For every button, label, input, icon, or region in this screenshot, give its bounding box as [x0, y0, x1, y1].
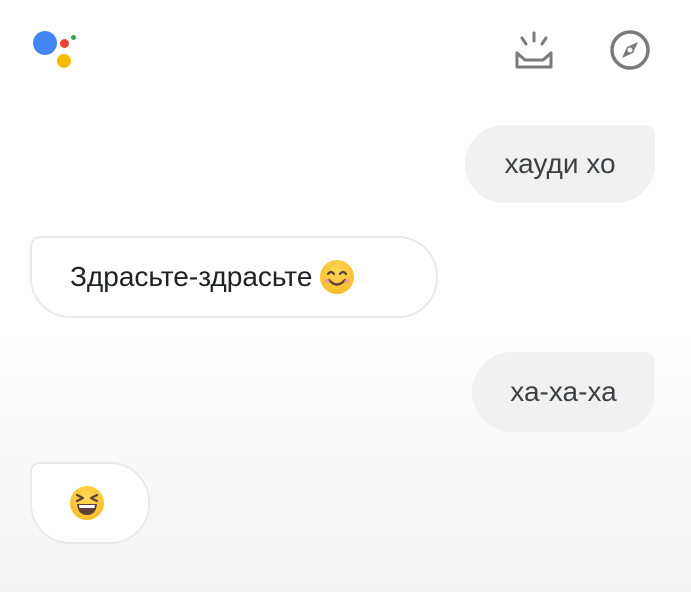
smiling-face-emoji-icon [320, 260, 355, 294]
message-text: ха-ха-ха [510, 376, 617, 407]
user-message-bubble: ха-ха-ха [472, 352, 655, 432]
assistant-message-bubble: Здрасьте-здрасьте [30, 236, 438, 318]
conversation: хауди хо Здрасьте-здрасьте ха-ха-ха [0, 0, 691, 592]
assistant-message-bubble [30, 462, 150, 544]
user-message-bubble: хауди хо [465, 125, 655, 203]
message-text: Здрасьте-здрасьте [70, 261, 313, 292]
grinning-squinting-face-emoji-icon [70, 486, 104, 520]
message-text: хауди хо [504, 148, 616, 179]
